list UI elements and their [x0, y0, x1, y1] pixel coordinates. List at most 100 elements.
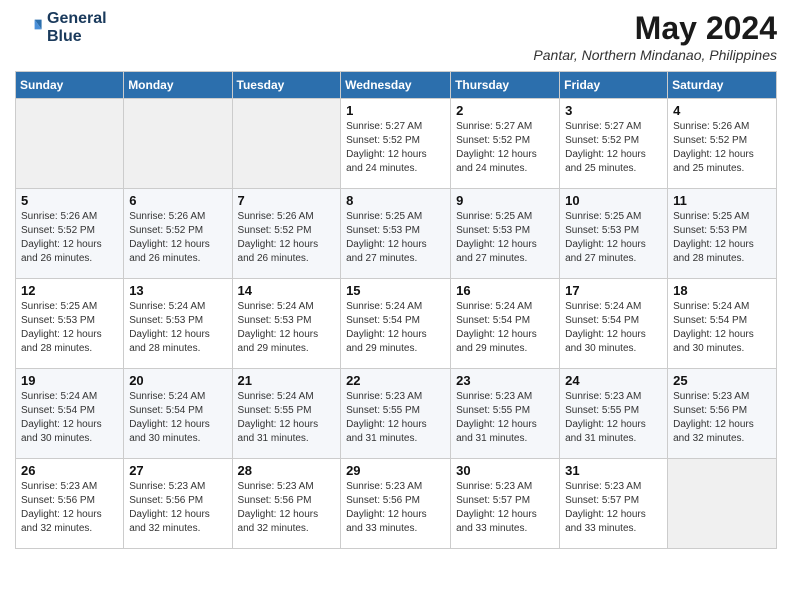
- day-detail: Sunrise: 5:24 AMSunset: 5:54 PMDaylight:…: [456, 300, 554, 356]
- calendar-cell: 19 Sunrise: 5:24 AMSunset: 5:54 PMDayligh…: [16, 369, 124, 459]
- day-number: 1: [346, 103, 445, 118]
- calendar-cell: 31 Sunrise: 5:23 AMSunset: 5:57 PMDayligh…: [560, 459, 668, 549]
- calendar-cell: 2 Sunrise: 5:27 AMSunset: 5:52 PMDaylight…: [451, 99, 560, 189]
- calendar-cell: [232, 99, 341, 189]
- calendar-cell: 12Sunrise: 5:25 AMSunset: 5:53 PMDayligh…: [16, 279, 124, 369]
- day-detail: Sunrise: 5:23 AMSunset: 5:57 PMDaylight:…: [456, 480, 554, 536]
- day-detail: Sunrise: 5:23 AMSunset: 5:56 PMDaylight:…: [673, 390, 771, 446]
- day-detail: Sunrise: 5:26 AMSunset: 5:52 PMDaylight:…: [21, 210, 118, 266]
- page-container: General Blue May 2024 Pantar, Northern M…: [0, 0, 792, 559]
- col-sunday: Sunday: [16, 72, 124, 99]
- calendar-cell: 3 Sunrise: 5:27 AMSunset: 5:52 PMDaylight…: [560, 99, 668, 189]
- day-number: 30: [456, 463, 554, 478]
- calendar-cell: [124, 99, 232, 189]
- calendar-cell: [668, 459, 777, 549]
- col-monday: Monday: [124, 72, 232, 99]
- day-detail: Sunrise: 5:24 AMSunset: 5:54 PMDaylight:…: [21, 390, 118, 446]
- week-row-1: 1 Sunrise: 5:27 AMSunset: 5:52 PMDaylight…: [16, 99, 777, 189]
- location-subtitle: Pantar, Northern Mindanao, Philippines: [533, 47, 777, 63]
- day-number: 27: [129, 463, 226, 478]
- calendar-cell: 10 Sunrise: 5:25 AMSunset: 5:53 PMDayligh…: [560, 189, 668, 279]
- calendar-table: Sunday Monday Tuesday Wednesday Thursday…: [15, 71, 777, 549]
- day-detail: Sunrise: 5:25 AMSunset: 5:53 PMDaylight:…: [673, 210, 771, 266]
- day-number: 7: [238, 193, 336, 208]
- calendar-cell: 6Sunrise: 5:26 AMSunset: 5:52 PMDaylight…: [124, 189, 232, 279]
- logo-text: General Blue: [47, 10, 107, 45]
- day-detail: Sunrise: 5:26 AMSunset: 5:52 PMDaylight:…: [238, 210, 336, 266]
- day-number: 10: [565, 193, 662, 208]
- day-detail: Sunrise: 5:25 AMSunset: 5:53 PMDaylight:…: [346, 210, 445, 266]
- calendar-cell: 9Sunrise: 5:25 AMSunset: 5:53 PMDaylight…: [451, 189, 560, 279]
- week-row-3: 12Sunrise: 5:25 AMSunset: 5:53 PMDayligh…: [16, 279, 777, 369]
- day-number: 21: [238, 373, 336, 388]
- calendar-cell: 26 Sunrise: 5:23 AMSunset: 5:56 PMDayligh…: [16, 459, 124, 549]
- calendar-cell: 17 Sunrise: 5:24 AMSunset: 5:54 PMDayligh…: [560, 279, 668, 369]
- day-detail: Sunrise: 5:23 AMSunset: 5:56 PMDaylight:…: [21, 480, 118, 536]
- logo-icon: [15, 14, 43, 42]
- day-detail: Sunrise: 5:24 AMSunset: 5:54 PMDaylight:…: [129, 390, 226, 446]
- day-number: 16: [456, 283, 554, 298]
- title-section: May 2024 Pantar, Northern Mindanao, Phil…: [533, 10, 777, 63]
- col-thursday: Thursday: [451, 72, 560, 99]
- day-number: 11: [673, 193, 771, 208]
- calendar-cell: 1 Sunrise: 5:27 AMSunset: 5:52 PMDaylight…: [341, 99, 451, 189]
- week-row-5: 26 Sunrise: 5:23 AMSunset: 5:56 PMDayligh…: [16, 459, 777, 549]
- day-number: 28: [238, 463, 336, 478]
- day-detail: Sunrise: 5:24 AMSunset: 5:54 PMDaylight:…: [565, 300, 662, 356]
- day-number: 17: [565, 283, 662, 298]
- calendar-cell: 13 Sunrise: 5:24 AMSunset: 5:53 PMDayligh…: [124, 279, 232, 369]
- day-number: 31: [565, 463, 662, 478]
- day-number: 5: [21, 193, 118, 208]
- calendar-cell: 28Sunrise: 5:23 AMSunset: 5:56 PMDayligh…: [232, 459, 341, 549]
- day-number: 8: [346, 193, 445, 208]
- calendar-cell: 7 Sunrise: 5:26 AMSunset: 5:52 PMDaylight…: [232, 189, 341, 279]
- day-number: 15: [346, 283, 445, 298]
- day-detail: Sunrise: 5:27 AMSunset: 5:52 PMDaylight:…: [456, 120, 554, 176]
- calendar-cell: 21Sunrise: 5:24 AMSunset: 5:55 PMDayligh…: [232, 369, 341, 459]
- day-detail: Sunrise: 5:25 AMSunset: 5:53 PMDaylight:…: [565, 210, 662, 266]
- day-detail: Sunrise: 5:23 AMSunset: 5:55 PMDaylight:…: [346, 390, 445, 446]
- day-detail: Sunrise: 5:27 AMSunset: 5:52 PMDaylight:…: [346, 120, 445, 176]
- day-number: 18: [673, 283, 771, 298]
- calendar-cell: 24Sunrise: 5:23 AMSunset: 5:55 PMDayligh…: [560, 369, 668, 459]
- day-detail: Sunrise: 5:26 AMSunset: 5:52 PMDaylight:…: [129, 210, 226, 266]
- day-number: 4: [673, 103, 771, 118]
- day-number: 19: [21, 373, 118, 388]
- week-row-2: 5 Sunrise: 5:26 AMSunset: 5:52 PMDaylight…: [16, 189, 777, 279]
- day-detail: Sunrise: 5:24 AMSunset: 5:53 PMDaylight:…: [129, 300, 226, 356]
- day-detail: Sunrise: 5:27 AMSunset: 5:52 PMDaylight:…: [565, 120, 662, 176]
- week-row-4: 19 Sunrise: 5:24 AMSunset: 5:54 PMDayligh…: [16, 369, 777, 459]
- day-detail: Sunrise: 5:24 AMSunset: 5:54 PMDaylight:…: [673, 300, 771, 356]
- day-number: 20: [129, 373, 226, 388]
- day-number: 29: [346, 463, 445, 478]
- calendar-cell: 8 Sunrise: 5:25 AMSunset: 5:53 PMDaylight…: [341, 189, 451, 279]
- calendar-cell: 20 Sunrise: 5:24 AMSunset: 5:54 PMDayligh…: [124, 369, 232, 459]
- day-detail: Sunrise: 5:25 AMSunset: 5:53 PMDaylight:…: [21, 300, 118, 356]
- day-number: 13: [129, 283, 226, 298]
- day-number: 2: [456, 103, 554, 118]
- calendar-cell: 25 Sunrise: 5:23 AMSunset: 5:56 PMDayligh…: [668, 369, 777, 459]
- calendar-cell: 14Sunrise: 5:24 AMSunset: 5:53 PMDayligh…: [232, 279, 341, 369]
- page-header: General Blue May 2024 Pantar, Northern M…: [15, 10, 777, 63]
- day-number: 24: [565, 373, 662, 388]
- calendar-cell: 15Sunrise: 5:24 AMSunset: 5:54 PMDayligh…: [341, 279, 451, 369]
- day-detail: Sunrise: 5:23 AMSunset: 5:56 PMDaylight:…: [129, 480, 226, 536]
- day-number: 25: [673, 373, 771, 388]
- day-number: 26: [21, 463, 118, 478]
- day-number: 3: [565, 103, 662, 118]
- day-detail: Sunrise: 5:26 AMSunset: 5:52 PMDaylight:…: [673, 120, 771, 176]
- calendar-cell: 4 Sunrise: 5:26 AMSunset: 5:52 PMDaylight…: [668, 99, 777, 189]
- day-number: 14: [238, 283, 336, 298]
- day-detail: Sunrise: 5:25 AMSunset: 5:53 PMDaylight:…: [456, 210, 554, 266]
- col-wednesday: Wednesday: [341, 72, 451, 99]
- calendar-cell: [16, 99, 124, 189]
- calendar-body: 1 Sunrise: 5:27 AMSunset: 5:52 PMDaylight…: [16, 99, 777, 549]
- day-detail: Sunrise: 5:23 AMSunset: 5:57 PMDaylight:…: [565, 480, 662, 536]
- day-detail: Sunrise: 5:23 AMSunset: 5:56 PMDaylight:…: [346, 480, 445, 536]
- calendar-cell: 23Sunrise: 5:23 AMSunset: 5:55 PMDayligh…: [451, 369, 560, 459]
- calendar-cell: 30 Sunrise: 5:23 AMSunset: 5:57 PMDayligh…: [451, 459, 560, 549]
- month-year-title: May 2024: [533, 10, 777, 47]
- col-tuesday: Tuesday: [232, 72, 341, 99]
- day-detail: Sunrise: 5:23 AMSunset: 5:55 PMDaylight:…: [456, 390, 554, 446]
- calendar-cell: 29 Sunrise: 5:23 AMSunset: 5:56 PMDayligh…: [341, 459, 451, 549]
